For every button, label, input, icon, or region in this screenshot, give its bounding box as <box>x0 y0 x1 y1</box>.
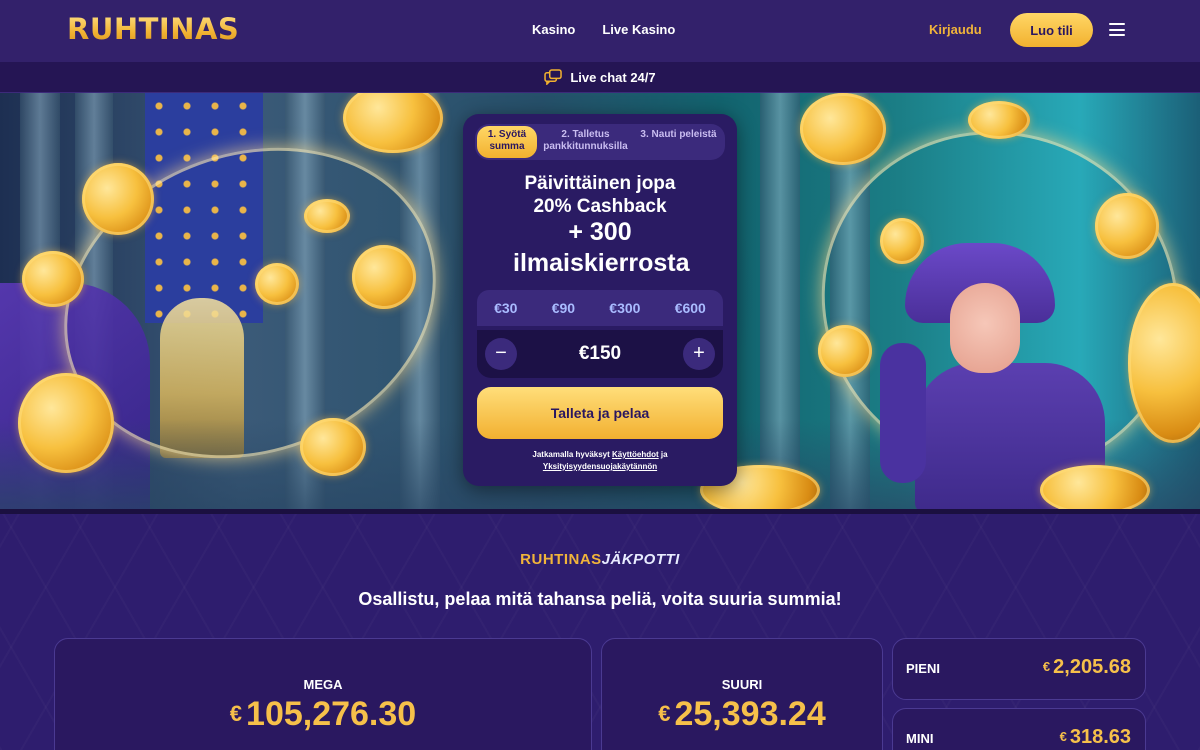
jackpot-tier-name: MINI <box>906 731 934 746</box>
jackpot-amount: €2,205.68 <box>1043 656 1131 679</box>
amount-preset-90[interactable]: €90 <box>552 300 575 316</box>
jester-face <box>950 283 1020 373</box>
jackpot-pieni: PIENI €2,205.68 <box>892 638 1146 700</box>
gold-coin <box>818 325 872 377</box>
terms-link[interactable]: Käyttöehdot <box>612 450 659 459</box>
amount-preset-300[interactable]: €300 <box>609 300 640 316</box>
gold-coin <box>18 373 114 473</box>
currency-symbol: € <box>658 701 671 726</box>
jackpot-tier-name: SUURI <box>721 677 763 692</box>
gold-coin <box>82 163 154 235</box>
jackpot-amount-value: 2,205.68 <box>1053 656 1131 678</box>
jackpot-section: RUHTINASJÄKPOTTI Osallistu, pelaa mitä t… <box>0 509 1200 750</box>
site-header: RUHTINAS Kasino Live Kasino Kirjaudu Luo… <box>0 0 1200 62</box>
privacy-link[interactable]: Yksityisyydensuojakäytännön <box>543 462 657 471</box>
deposit-steps: 1. Syötä summa 2. Talletus pankkitunnuks… <box>475 124 725 160</box>
jackpot-tier-name: MEGA <box>303 677 343 692</box>
amount-preset-600[interactable]: €600 <box>675 300 706 316</box>
jackpot-suuri: SUURI €25,393.24 <box>601 638 883 750</box>
terms-notice: Jatkamalla hyväksyt Käyttöehdot ja Yksit… <box>483 449 717 473</box>
currency-symbol: € <box>1059 729 1067 744</box>
jackpot-amount-value: 318.63 <box>1069 726 1131 748</box>
gold-coin <box>1040 465 1150 509</box>
gold-coin <box>22 251 84 307</box>
terms-prefix: Jatkamalla hyväksyt <box>532 450 610 459</box>
login-link[interactable]: Kirjaudu <box>929 22 982 37</box>
jackpot-tier-name: PIENI <box>906 661 940 676</box>
nav-kasino[interactable]: Kasino <box>532 22 575 37</box>
gold-coin <box>255 263 299 305</box>
jackpot-logo-left: RUHTINAS <box>520 551 602 568</box>
jackpot-amount: €318.63 <box>1060 726 1131 749</box>
hamburger-menu-icon[interactable] <box>1109 23 1125 36</box>
nav-live-kasino[interactable]: Live Kasino <box>602 22 675 37</box>
offer-headline: Päivittäinen jopa 20% Cashback <box>524 173 676 217</box>
chat-bubbles-icon <box>544 69 563 85</box>
currency-symbol: € <box>229 701 243 726</box>
gold-coin <box>800 93 886 165</box>
jackpot-amount: €105,276.30 <box>55 695 591 734</box>
signup-button[interactable]: Luo tili <box>1010 13 1093 47</box>
deposit-offer-card: 1. Syötä summa 2. Talletus pankkitunnuks… <box>463 114 737 486</box>
gold-coin <box>880 218 924 264</box>
jackpot-amount-value: 25,393.24 <box>674 695 826 733</box>
offer-subheadline: + 300 ilmaiskierrosta <box>513 218 690 277</box>
increase-amount-button[interactable]: + <box>683 338 715 370</box>
terms-and: ja <box>660 450 668 459</box>
gold-coin <box>968 101 1030 139</box>
live-chat-bar[interactable]: Live chat 24/7 <box>0 62 1200 93</box>
deposit-and-play-button[interactable]: Talleta ja pelaa <box>477 387 723 439</box>
site-logo[interactable]: RUHTINAS <box>67 12 239 46</box>
gold-coin <box>352 245 416 309</box>
jackpot-mega: MEGA €105,276.30 <box>54 638 592 750</box>
jackpot-amount: €25,393.24 <box>602 695 882 734</box>
amount-stepper: − €150 + <box>477 330 723 378</box>
jackpot-mini: MINI €318.63 <box>892 708 1146 750</box>
gold-coin <box>304 199 350 233</box>
jackpot-amount-value: 105,276.30 <box>246 695 417 733</box>
step-enjoy-games: 3. Nauti peleistä <box>640 129 717 140</box>
jester-arm <box>880 343 926 483</box>
currency-symbol: € <box>1042 659 1051 674</box>
gold-coin <box>300 418 366 476</box>
jackpot-logo-right: JÄKPOTTI <box>601 551 680 568</box>
step-enter-amount: 1. Syötä summa <box>477 126 537 158</box>
amount-preset-30[interactable]: €30 <box>494 300 517 316</box>
gold-coin <box>1095 193 1159 259</box>
jackpot-logo: RUHTINASJÄKPOTTI <box>0 551 1200 568</box>
live-chat-label: Live chat 24/7 <box>570 69 656 85</box>
step-bank-deposit: 2. Talletus pankkitunnuksilla <box>543 129 628 152</box>
main-nav: Kasino Live Kasino <box>532 22 675 37</box>
jackpot-tagline: Osallistu, pelaa mitä tahansa peliä, voi… <box>358 589 842 609</box>
amount-presets: €30 €90 €300 €600 <box>477 290 723 326</box>
